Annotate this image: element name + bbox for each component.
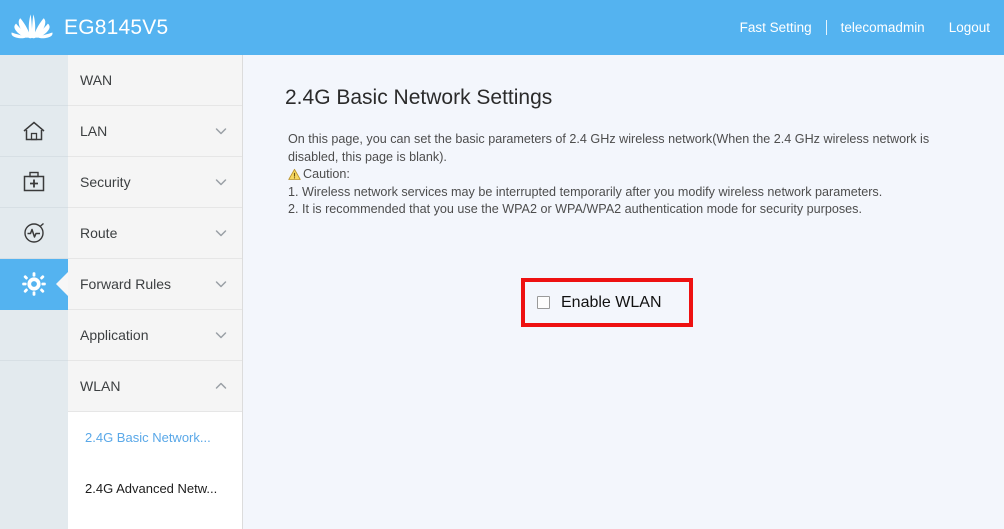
menu-item-label: Application xyxy=(80,327,149,343)
fast-setting-link[interactable]: Fast Setting xyxy=(740,20,812,35)
caution-label: Caution: xyxy=(303,167,350,181)
chevron-up-icon xyxy=(215,382,227,389)
menu-item-wan[interactable]: WAN xyxy=(68,55,242,106)
header-separator xyxy=(825,20,827,35)
gear-icon xyxy=(22,272,46,296)
enable-wlan-checkbox[interactable] xyxy=(537,296,550,309)
menu-item-security[interactable]: Security xyxy=(68,157,242,208)
menu-item-wlan[interactable]: WLAN xyxy=(68,361,242,412)
content-area: 2.4G Basic Network Settings On this page… xyxy=(243,55,1004,529)
rail-item-blank xyxy=(0,55,68,106)
submenu-item-24g-advanced[interactable]: 2.4G Advanced Netw... xyxy=(68,463,242,514)
enable-wlan-label: Enable WLAN xyxy=(561,293,662,311)
router-admin-page: EG8145V5 Fast Setting telecomadmin Logou… xyxy=(0,0,1004,529)
caution-item-1: 1. Wireless network services may be inte… xyxy=(288,184,883,199)
header-links: Fast Setting telecomadmin Logout xyxy=(740,0,990,55)
enable-wlan-row[interactable]: Enable WLAN xyxy=(525,282,689,323)
rail-item-blank-bottom xyxy=(0,310,68,361)
page-header: EG8145V5 Fast Setting telecomadmin Logou… xyxy=(0,0,1004,55)
diagnostics-icon xyxy=(24,222,44,243)
chevron-down-icon xyxy=(215,128,227,135)
brand-name: EG8145V5 xyxy=(64,16,169,39)
description-line-2: disabled, this page is blank). xyxy=(288,149,447,164)
enable-wlan-highlight: Enable WLAN xyxy=(521,278,693,327)
warning-triangle-icon xyxy=(288,169,301,181)
page-description: On this page, you can set the basic para… xyxy=(288,131,960,219)
chevron-down-icon xyxy=(215,332,227,339)
menu-item-label: Route xyxy=(80,225,118,241)
menu-item-label: LAN xyxy=(80,123,108,139)
current-user-link[interactable]: telecomadmin xyxy=(841,20,925,35)
caution-item-2: 2. It is recommended that you use the WP… xyxy=(288,202,862,216)
menu-item-application[interactable]: Application xyxy=(68,310,242,361)
toolbox-icon xyxy=(23,171,45,192)
page-title: 2.4G Basic Network Settings xyxy=(285,86,553,109)
menu-item-label: Security xyxy=(80,174,131,190)
menu-item-label: Forward Rules xyxy=(80,276,172,292)
rail-item-toolbox[interactable] xyxy=(0,157,68,208)
menu-item-lan[interactable]: LAN xyxy=(68,106,242,157)
rail-item-home[interactable] xyxy=(0,106,68,157)
wlan-submenu: 2.4G Basic Network... 2.4G Advanced Netw… xyxy=(68,412,242,514)
chevron-down-icon xyxy=(215,179,227,186)
huawei-flower-logo xyxy=(11,13,53,38)
menu-item-label: WAN xyxy=(80,72,113,88)
caution-heading: Caution: xyxy=(288,166,960,184)
menu-item-label: WLAN xyxy=(80,378,121,394)
chevron-down-icon xyxy=(215,230,227,237)
brand: EG8145V5 xyxy=(10,0,168,55)
rail-item-settings[interactable] xyxy=(0,259,69,310)
rail-item-diagnostics[interactable] xyxy=(0,208,68,259)
settings-menu: WAN LAN Security Route Forward Rules App… xyxy=(68,55,243,529)
icon-rail xyxy=(0,55,69,529)
chevron-down-icon xyxy=(215,281,227,288)
submenu-item-24g-basic[interactable]: 2.4G Basic Network... xyxy=(68,412,242,463)
home-icon xyxy=(23,121,45,141)
logout-link[interactable]: Logout xyxy=(949,20,990,35)
menu-item-route[interactable]: Route xyxy=(68,208,242,259)
description-line-1: On this page, you can set the basic para… xyxy=(288,132,930,146)
menu-item-forward-rules[interactable]: Forward Rules xyxy=(68,259,242,310)
